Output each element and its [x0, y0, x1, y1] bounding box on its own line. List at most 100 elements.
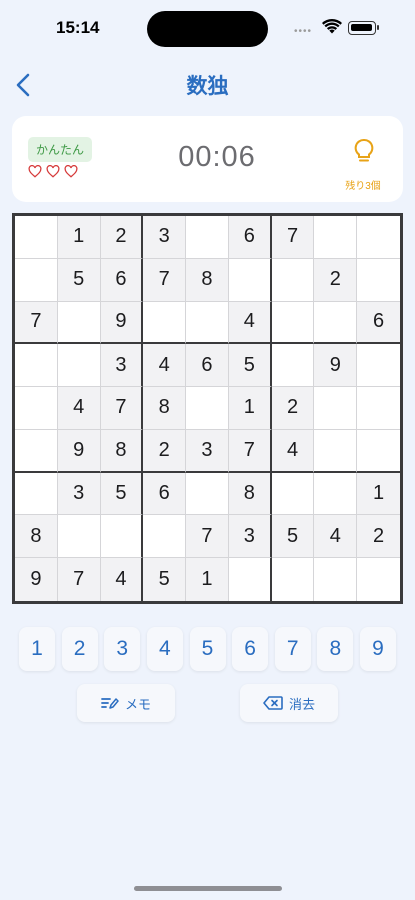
sudoku-cell[interactable]: 8 [15, 515, 58, 559]
number-button-8[interactable]: 8 [317, 627, 354, 671]
number-button-4[interactable]: 4 [146, 627, 183, 671]
sudoku-cell[interactable]: 5 [57, 258, 101, 302]
sudoku-cell[interactable] [186, 216, 229, 259]
number-button-5[interactable]: 5 [189, 627, 226, 671]
sudoku-cell[interactable]: 4 [143, 344, 187, 388]
sudoku-cell[interactable]: 2 [271, 387, 315, 430]
sudoku-cell[interactable] [357, 430, 400, 473]
sudoku-cell[interactable] [357, 344, 400, 388]
sudoku-cell[interactable]: 9 [314, 344, 358, 388]
sudoku-cell[interactable]: 5 [100, 472, 144, 516]
sudoku-cell[interactable]: 2 [143, 429, 187, 473]
sudoku-cell[interactable]: 3 [143, 216, 187, 259]
sudoku-cell[interactable]: 7 [271, 216, 315, 259]
sudoku-cell[interactable] [186, 301, 229, 345]
sudoku-cell[interactable]: 9 [15, 558, 58, 601]
difficulty-badge: かんたん [28, 137, 93, 162]
number-button-9[interactable]: 9 [360, 627, 396, 671]
sudoku-cell[interactable]: 5 [143, 558, 187, 601]
sudoku-cell[interactable]: 4 [228, 301, 272, 345]
sudoku-cell[interactable] [357, 259, 400, 302]
sudoku-cell[interactable]: 7 [186, 515, 229, 559]
sudoku-cell[interactable] [357, 558, 400, 601]
sudoku-cell[interactable] [57, 344, 101, 388]
sudoku-cell[interactable]: 7 [143, 258, 187, 302]
number-button-7[interactable]: 7 [274, 627, 311, 671]
sudoku-cell[interactable]: 6 [357, 301, 400, 345]
sudoku-cell[interactable]: 2 [314, 258, 358, 302]
sudoku-cell[interactable]: 1 [357, 472, 400, 516]
lightbulb-icon[interactable] [353, 138, 375, 166]
sudoku-cell[interactable]: 3 [100, 344, 144, 388]
sudoku-cell[interactable]: 4 [100, 558, 144, 601]
sudoku-cell[interactable] [228, 258, 272, 302]
sudoku-cell[interactable] [15, 216, 58, 259]
sudoku-cell[interactable] [57, 301, 101, 345]
sudoku-cell[interactable] [15, 387, 58, 430]
sudoku-cell[interactable]: 4 [271, 429, 315, 473]
sudoku-cell[interactable] [357, 216, 400, 259]
sudoku-cell[interactable]: 3 [186, 429, 229, 473]
sudoku-cell[interactable] [271, 344, 315, 388]
sudoku-cell[interactable] [15, 258, 58, 302]
sudoku-cell[interactable] [271, 301, 315, 345]
sudoku-cell[interactable] [314, 558, 358, 601]
sudoku-cell[interactable] [272, 558, 315, 601]
number-button-6[interactable]: 6 [232, 627, 269, 671]
heart-icon [46, 165, 60, 178]
sudoku-cell[interactable] [271, 258, 315, 302]
number-button-1[interactable]: 1 [19, 627, 55, 671]
sudoku-cell[interactable]: 1 [186, 558, 229, 601]
sudoku-cell[interactable]: 8 [228, 472, 272, 516]
sudoku-cell[interactable]: 4 [314, 515, 358, 559]
sudoku-cell[interactable] [229, 558, 272, 601]
sudoku-cell[interactable]: 9 [57, 429, 101, 473]
sudoku-cell[interactable]: 7 [15, 301, 58, 345]
sudoku-cell[interactable]: 7 [57, 558, 101, 601]
sudoku-cell[interactable] [15, 429, 58, 473]
sudoku-cell[interactable]: 2 [357, 515, 400, 559]
game-info-card: かんたん 00:06 残り3個 [12, 116, 403, 202]
sudoku-cell[interactable] [314, 301, 358, 345]
sudoku-cell[interactable]: 3 [57, 472, 101, 516]
sudoku-cell[interactable] [314, 472, 358, 516]
number-button-2[interactable]: 2 [61, 627, 98, 671]
sudoku-cell[interactable] [143, 515, 187, 559]
sudoku-cell[interactable] [314, 429, 358, 473]
erase-button[interactable]: 消去 [240, 684, 338, 722]
sudoku-cell[interactable] [143, 301, 187, 345]
sudoku-cell[interactable] [314, 216, 358, 259]
sudoku-cell[interactable]: 6 [100, 258, 144, 302]
sudoku-cell[interactable]: 8 [186, 258, 229, 302]
sudoku-cell[interactable]: 7 [228, 429, 272, 473]
sudoku-cell[interactable] [15, 344, 58, 388]
sudoku-cell[interactable] [314, 387, 358, 430]
sudoku-cell[interactable]: 8 [100, 429, 144, 473]
sudoku-cell[interactable]: 5 [228, 344, 272, 388]
status-time: 15:14 [56, 18, 100, 37]
memo-button[interactable]: メモ [77, 684, 175, 722]
sudoku-cell[interactable] [100, 515, 144, 559]
sudoku-cell[interactable]: 8 [143, 387, 187, 430]
sudoku-cell[interactable] [57, 515, 101, 559]
sudoku-cell[interactable]: 6 [186, 344, 229, 388]
sudoku-cell[interactable]: 1 [228, 387, 272, 430]
sudoku-cell[interactable]: 5 [271, 515, 315, 559]
number-pad: 123456789 [19, 627, 396, 671]
sudoku-cell[interactable]: 2 [100, 216, 144, 259]
sudoku-cell[interactable]: 6 [228, 216, 272, 259]
sudoku-cell[interactable]: 7 [100, 387, 144, 430]
game-timer: 00:06 [178, 141, 256, 173]
sudoku-cell[interactable] [271, 472, 315, 516]
sudoku-cell[interactable] [186, 387, 229, 430]
sudoku-cell[interactable]: 1 [57, 216, 101, 259]
sudoku-cell[interactable]: 3 [228, 515, 272, 559]
sudoku-cell[interactable]: 4 [57, 387, 101, 430]
sudoku-cell[interactable] [15, 472, 58, 516]
sudoku-cell[interactable]: 6 [143, 472, 187, 516]
number-button-3[interactable]: 3 [104, 627, 141, 671]
hint-count: 残り3個 [345, 181, 381, 192]
sudoku-cell[interactable] [357, 387, 400, 430]
sudoku-cell[interactable] [186, 472, 229, 516]
sudoku-cell[interactable]: 9 [100, 301, 144, 345]
